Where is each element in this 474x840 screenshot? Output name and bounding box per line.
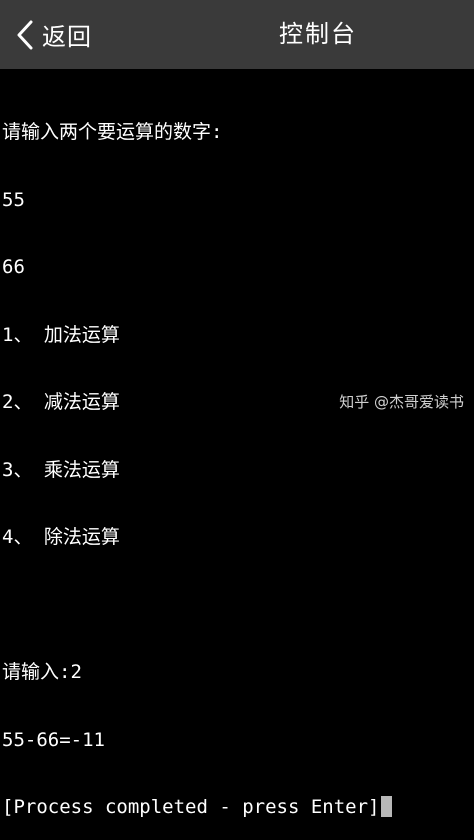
console-output[interactable]: 请输入两个要运算的数字: 55 66 1、 加法运算 2、 减法运算 3、 乘法…: [2, 76, 472, 840]
console-line-result: 55-66=-11: [2, 728, 105, 751]
console-line-prompt: 请输入两个要运算的数字:: [2, 121, 223, 143]
console-line-input-2: 66: [2, 256, 25, 278]
page-title-container: 控制台: [0, 0, 474, 69]
console-line-status: [Process completed - press Enter]: [2, 796, 472, 819]
console-line-option-add: 1、 加法运算: [2, 323, 120, 346]
watermark: 知乎 @杰哥爱读书: [339, 393, 464, 411]
text-cursor[interactable]: [380, 796, 392, 817]
process-completed-text: [Process completed - press Enter]: [2, 796, 380, 818]
page-title: 控制台: [279, 20, 357, 48]
console-line-choice: 请输入:2: [2, 661, 82, 683]
title-bar: 返回 控制台: [0, 0, 474, 69]
console-line-blank: [2, 594, 472, 617]
console-line-option-divide: 4、 除法运算: [2, 526, 120, 548]
console-line-option-multiply: 3、 乘法运算: [2, 458, 120, 481]
console-line-input-1: 55: [2, 188, 25, 211]
